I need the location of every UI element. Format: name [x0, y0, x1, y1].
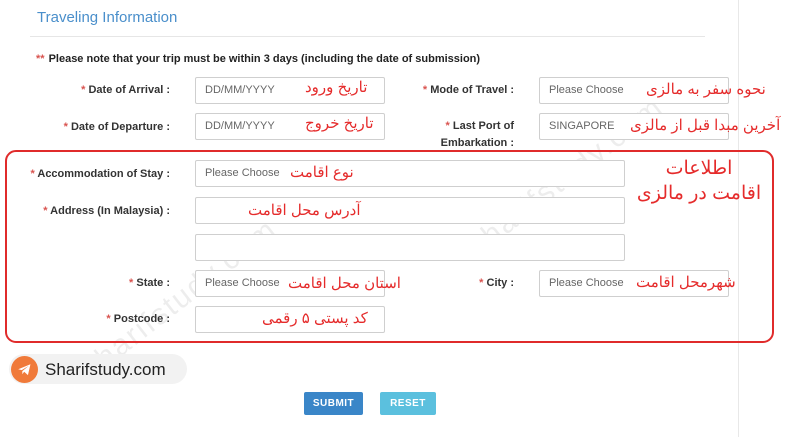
stay-annotation-line1: اطلاعات [665, 158, 733, 179]
required-mark: * [445, 120, 450, 132]
required-mark: * [30, 168, 35, 180]
stay-annotation: اطلاعات اقامت در مالزی [630, 156, 768, 206]
state-label-text: State : [136, 277, 170, 289]
date-of-departure-label: * Date of Departure : [64, 119, 170, 136]
postcode-label: * Postcode : [106, 311, 170, 328]
city-label-text: City : [486, 277, 515, 289]
mode-of-travel-label-text: Mode of Travel : [430, 84, 514, 96]
brand-name: Sharifstudy.com [45, 360, 166, 379]
last-port-label: * Last Port of Embarkation : [441, 118, 514, 152]
mode-of-travel-label: * Mode of Travel : [423, 82, 514, 99]
telegram-icon [11, 356, 38, 383]
date-of-departure-annotation: تاریخ خروج [305, 115, 374, 132]
date-of-arrival-placeholder: DD/MM/YYYY [205, 84, 275, 96]
address-annotation: آدرس محل اقامت [248, 202, 361, 219]
city-value: Please Choose [549, 277, 624, 289]
required-mark: * [422, 84, 428, 96]
reset-button[interactable]: RESET [380, 392, 436, 415]
stay-annotation-line2: اقامت در مالزی [636, 183, 762, 204]
required-mark: * [106, 313, 111, 325]
accommodation-label: * Accommodation of Stay : [30, 166, 170, 183]
required-mark: * [43, 205, 48, 217]
address-label-text: Address (In Malaysia) : [50, 205, 170, 217]
required-mark: ** [36, 53, 45, 65]
submit-button[interactable]: SUBMIT [304, 392, 363, 415]
state-value: Please Choose [205, 277, 280, 289]
date-of-arrival-label-text: Date of Arrival : [88, 84, 170, 96]
last-port-label-line1: Last Port of [452, 120, 514, 132]
accommodation-label-text: Accommodation of Stay : [37, 168, 170, 180]
trip-notice-text: Please note that your trip must be withi… [48, 53, 481, 65]
postcode-label-text: Postcode : [113, 313, 170, 325]
required-mark: * [63, 121, 68, 133]
required-mark: * [129, 277, 134, 289]
date-of-arrival-annotation: تاریخ ورود [305, 79, 368, 96]
mode-of-travel-value: Please Choose [549, 84, 624, 96]
state-label: * State : [129, 275, 170, 292]
date-of-departure-placeholder: DD/MM/YYYY [205, 120, 275, 132]
city-annotation: شهرمحل اقامت [636, 274, 736, 291]
last-port-annotation: آخرین مبدا قبل از مالزی [630, 117, 781, 134]
accommodation-annotation: نوع اقامت [290, 164, 354, 181]
mode-of-travel-annotation: نحوه سفر به مالزی [646, 81, 766, 98]
last-port-value: SINGAPORE [549, 120, 615, 132]
address-line2-input[interactable] [195, 234, 625, 261]
date-of-arrival-label: * Date of Arrival : [81, 82, 170, 99]
section-title: Traveling Information [37, 9, 178, 26]
required-mark: * [81, 84, 86, 96]
city-label: * City : [479, 275, 514, 292]
trip-notice: ** Please note that your trip must be wit… [36, 53, 480, 65]
address-label: * Address (In Malaysia) : [43, 203, 170, 220]
date-of-departure-label-text: Date of Departure : [70, 121, 170, 133]
title-divider [30, 36, 705, 37]
required-mark: * [479, 277, 484, 289]
postcode-annotation: کد پستی ۵ رقمی [262, 310, 368, 327]
state-annotation: استان محل اقامت [288, 275, 401, 292]
accommodation-value: Please Choose [205, 167, 280, 179]
accommodation-select[interactable]: Please Choose [195, 160, 625, 187]
